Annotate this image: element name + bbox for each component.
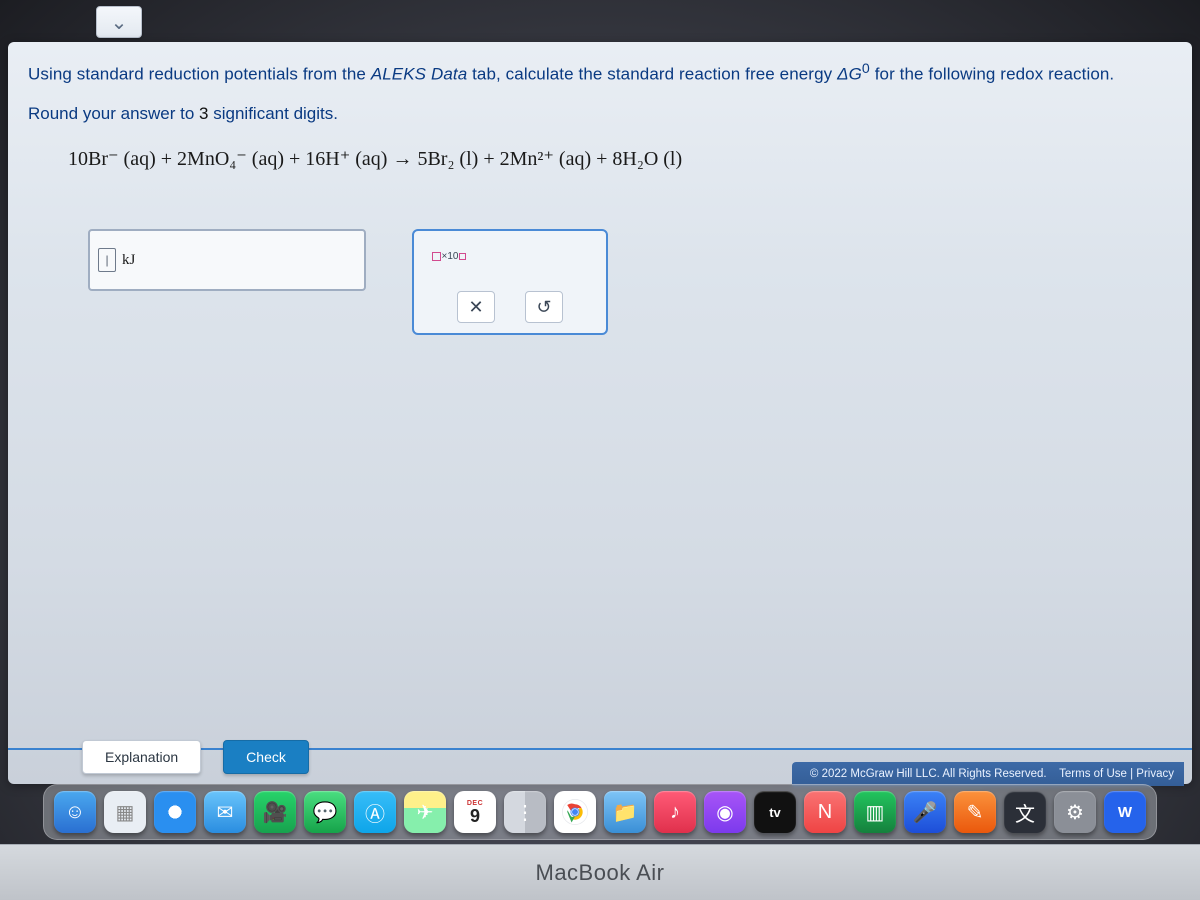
prompt-emph: ALEKS Data	[371, 65, 467, 84]
clear-button[interactable]: ✕	[457, 291, 495, 323]
privacy-link[interactable]: Privacy	[1136, 768, 1174, 780]
delta-g-superscript: 0	[862, 61, 870, 77]
explanation-button[interactable]: Explanation	[82, 740, 201, 774]
sigfig-count: 3	[199, 104, 208, 123]
sigfig-part: significant digits.	[213, 104, 338, 123]
reaction-equation: 10Br⁻ (aq) + 2MnO₄⁻ (aq) + 16H⁺ (aq) → 5…	[68, 146, 1172, 171]
explanation-label: Explanation	[105, 749, 178, 765]
system-prefs-icon[interactable]: ⚙	[1054, 791, 1096, 833]
reset-button[interactable]: ↺	[525, 291, 563, 323]
tv-label: tv	[769, 805, 781, 820]
sigfig-part: Round your answer to	[28, 104, 199, 123]
question-prompt: Using standard reduction potentials from…	[28, 60, 1172, 86]
downloads-folder-icon[interactable]: 📁	[604, 791, 646, 833]
bezel-label: MacBook Air	[536, 860, 665, 886]
safari-icon[interactable]: ✦	[154, 791, 196, 833]
question-nav-dropdown[interactable]: ⌄	[96, 6, 142, 38]
keynote-icon[interactable]: 🎤	[904, 791, 946, 833]
dock-tray: ☺ ▦ ✦ ✉ 🎥 💬 Ⓐ ✈ DEC 9 ⋮ 📁 ♪ ◉	[43, 784, 1157, 840]
calendar-day: 9	[470, 807, 480, 825]
check-button[interactable]: Check	[223, 740, 309, 774]
check-label: Check	[246, 749, 286, 765]
math-tool-panel: ×10 ✕ ↺	[412, 229, 608, 335]
finder-icon[interactable]: ☺	[54, 791, 96, 833]
prompt-part: for the following redox reaction.	[875, 65, 1115, 84]
word-label: W	[1118, 804, 1132, 821]
chrome-svg-icon	[561, 798, 589, 826]
music-icon[interactable]: ♪	[654, 791, 696, 833]
footer-legal: © 2022 McGraw Hill LLC. All Rights Reser…	[792, 762, 1184, 786]
prompt-part: tab, calculate the standard reaction fre…	[472, 65, 837, 84]
answer-input[interactable]	[141, 251, 356, 269]
pages-icon[interactable]: ✎	[954, 791, 996, 833]
answer-input-box[interactable]: kJ	[88, 229, 366, 291]
delta-g-symbol: ΔG	[837, 65, 862, 84]
word-icon[interactable]: W	[1104, 791, 1146, 833]
equation-text: 10Br⁻ (aq) + 2MnO₄⁻ (aq) + 16H⁺ (aq) → 5…	[68, 148, 682, 170]
x10-label: ×10	[442, 251, 459, 262]
laptop-bezel: MacBook Air	[0, 844, 1200, 900]
close-icon: ✕	[468, 297, 483, 318]
chrome-icon[interactable]	[554, 791, 596, 833]
podcasts-icon[interactable]: ◉	[704, 791, 746, 833]
apple-tv-icon[interactable]: tv	[754, 791, 796, 833]
control-center-icon[interactable]: ⋮	[504, 791, 546, 833]
app-store-icon[interactable]: Ⓐ	[354, 791, 396, 833]
numbers-icon[interactable]: ▥	[854, 791, 896, 833]
text-cursor-icon	[98, 248, 116, 272]
mail-icon[interactable]: ✉	[204, 791, 246, 833]
chevron-down-icon: ⌄	[111, 10, 128, 35]
messages-icon[interactable]: 💬	[304, 791, 346, 833]
facetime-icon[interactable]: 🎥	[254, 791, 296, 833]
sigfig-instruction: Round your answer to 3 significant digit…	[28, 104, 1172, 124]
maps-icon[interactable]: ✈	[404, 791, 446, 833]
sci-notation-button[interactable]: ×10	[426, 241, 472, 271]
exponent-box-icon	[459, 253, 466, 260]
news-icon[interactable]: N	[804, 791, 846, 833]
prompt-part: Using standard reduction potentials from…	[28, 65, 371, 84]
unit-label: kJ	[122, 252, 135, 269]
copyright-text: © 2022 McGraw Hill LLC. All Rights Reser…	[810, 768, 1047, 780]
mantissa-box-icon	[432, 252, 441, 261]
question-card: Using standard reduction potentials from…	[8, 42, 1192, 784]
undo-icon: ↺	[536, 297, 551, 318]
launchpad-icon[interactable]: ▦	[104, 791, 146, 833]
terms-link[interactable]: Terms of Use	[1059, 768, 1127, 780]
calendar-icon[interactable]: DEC 9	[454, 791, 496, 833]
macos-dock: ☺ ▦ ✦ ✉ 🎥 💬 Ⓐ ✈ DEC 9 ⋮ 📁 ♪ ◉	[0, 784, 1200, 840]
translate-icon[interactable]: 文	[1004, 791, 1046, 833]
